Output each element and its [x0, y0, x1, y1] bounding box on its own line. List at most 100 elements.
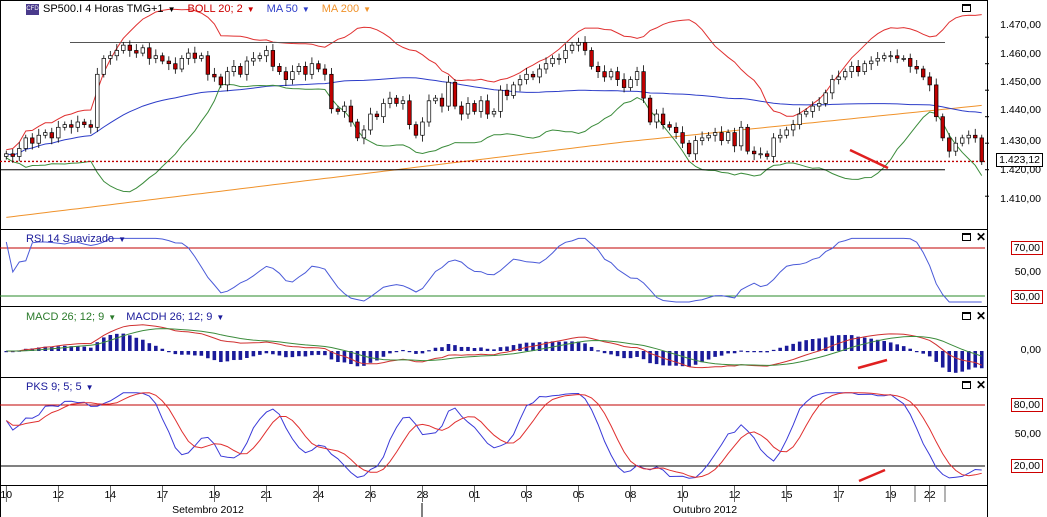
dropdown-arrow-icon[interactable]: ▼: [247, 5, 255, 14]
candle-body: [817, 103, 822, 107]
candle-body: [30, 137, 35, 144]
macdh-bar: [446, 344, 451, 351]
pks-label[interactable]: PKS 9; 5; 5: [26, 381, 82, 393]
x-tick-label: 05: [572, 489, 585, 501]
candle-body: [797, 113, 802, 126]
macdh-bar: [589, 346, 594, 351]
macdh-bar: [609, 351, 613, 355]
dropdown-arrow-icon[interactable]: ▼: [216, 313, 224, 322]
candle-body: [426, 100, 432, 123]
candle-body: [43, 132, 48, 136]
x-tick-label: 21: [260, 489, 273, 501]
macdh-bar: [232, 351, 236, 361]
candle-body: [69, 124, 74, 128]
candle-body: [459, 105, 464, 115]
candle-body: [251, 58, 256, 62]
candle-body: [108, 55, 113, 59]
macdh-bar: [498, 347, 503, 351]
candle-body: [465, 103, 471, 115]
macdh-bar: [310, 351, 314, 356]
macdh-bar: [245, 351, 249, 358]
macdh-bar: [134, 337, 139, 351]
boll-label[interactable]: BOLL 20; 2: [187, 3, 242, 15]
candle-body: [23, 137, 28, 149]
close-icon[interactable]: ✕: [976, 379, 986, 391]
candle-body: [160, 55, 165, 62]
candle-body: [212, 73, 217, 78]
candle-body: [218, 76, 223, 86]
candle-body: [374, 113, 380, 118]
candle-body: [901, 58, 906, 60]
macdh-label[interactable]: MACDH 26; 12; 9: [126, 311, 212, 323]
macdh-bar: [388, 351, 392, 354]
macdh-bar: [784, 345, 789, 351]
candle-body: [498, 89, 503, 112]
candle-body: [95, 73, 100, 128]
candle-body: [810, 105, 815, 112]
divergence-macd-line: [857, 358, 888, 370]
macd-label[interactable]: MACD 26; 12; 9: [26, 311, 104, 323]
candle-body: [472, 103, 477, 112]
candle-body: [765, 153, 770, 157]
candle-body: [628, 79, 633, 88]
candle-body: [732, 132, 737, 147]
candle-body: [725, 132, 731, 141]
candle-body: [530, 73, 536, 78]
candle-body: [537, 68, 542, 78]
candle-body: [361, 129, 367, 139]
macdh-bar: [141, 339, 145, 351]
macdh-bar: [394, 351, 399, 353]
candle-body: [784, 129, 789, 136]
macdh-bar: [888, 342, 893, 351]
maximize-icon[interactable]: [962, 381, 971, 389]
close-icon[interactable]: ✕: [976, 310, 986, 322]
macd-signal-line: [6, 328, 982, 366]
candle-body: [231, 65, 237, 72]
dropdown-arrow-icon[interactable]: ▼: [118, 235, 126, 244]
candle-body: [225, 71, 230, 86]
candle-body: [10, 153, 15, 157]
last-price-badge: 1.423,12: [996, 153, 1043, 167]
macd-line: [6, 324, 982, 369]
rsi-tick: 50,00: [1014, 266, 1041, 278]
x-tick-label: 15: [780, 489, 793, 501]
maximize-icon[interactable]: [962, 4, 971, 12]
candle-body: [348, 105, 354, 123]
candle-body: [589, 50, 594, 67]
dropdown-arrow-icon[interactable]: ▼: [86, 383, 94, 392]
ma50-label[interactable]: MA 50: [267, 3, 298, 15]
dropdown-arrow-icon[interactable]: ▼: [302, 5, 310, 14]
macdh-bar: [745, 351, 750, 353]
x-tick-label: 12: [52, 489, 65, 501]
pks-tick: 20,00: [1010, 459, 1043, 473]
macdh-bar: [953, 351, 958, 373]
dropdown-arrow-icon[interactable]: ▼: [168, 5, 176, 14]
y-tick: 1.450,00: [1000, 76, 1041, 88]
pks-panel-controls: ✕: [962, 379, 986, 391]
macdh-bar: [583, 343, 587, 351]
candle-body: [524, 73, 529, 80]
maximize-icon[interactable]: [962, 233, 971, 241]
candle-body: [82, 121, 87, 126]
close-icon[interactable]: ✕: [976, 231, 986, 243]
candle-body: [771, 137, 776, 157]
candle-body: [699, 137, 705, 141]
x-tick-label: 08: [624, 489, 637, 501]
macdh-bar: [381, 351, 386, 357]
macdh-bar: [167, 351, 171, 353]
boll-lower: [6, 83, 983, 193]
macdh-bar: [804, 340, 808, 351]
macdh-bar: [693, 351, 698, 365]
dropdown-arrow-icon[interactable]: ▼: [108, 313, 116, 322]
macdh-bar: [914, 351, 919, 353]
dropdown-arrow-icon[interactable]: ▼: [363, 5, 371, 14]
candle-body: [192, 52, 197, 59]
symbol-label[interactable]: SP500.I 4 Horas TMG+1: [43, 3, 164, 15]
maximize-icon[interactable]: [962, 312, 971, 320]
rsi-label[interactable]: RSI 14 Suavizado: [26, 233, 114, 245]
ma200-label[interactable]: MA 200: [322, 3, 359, 15]
trading-chart[interactable]: [0, 0, 1047, 517]
macdh-bar: [297, 351, 301, 357]
candle-body: [140, 47, 145, 54]
macdh-bar: [622, 351, 626, 359]
